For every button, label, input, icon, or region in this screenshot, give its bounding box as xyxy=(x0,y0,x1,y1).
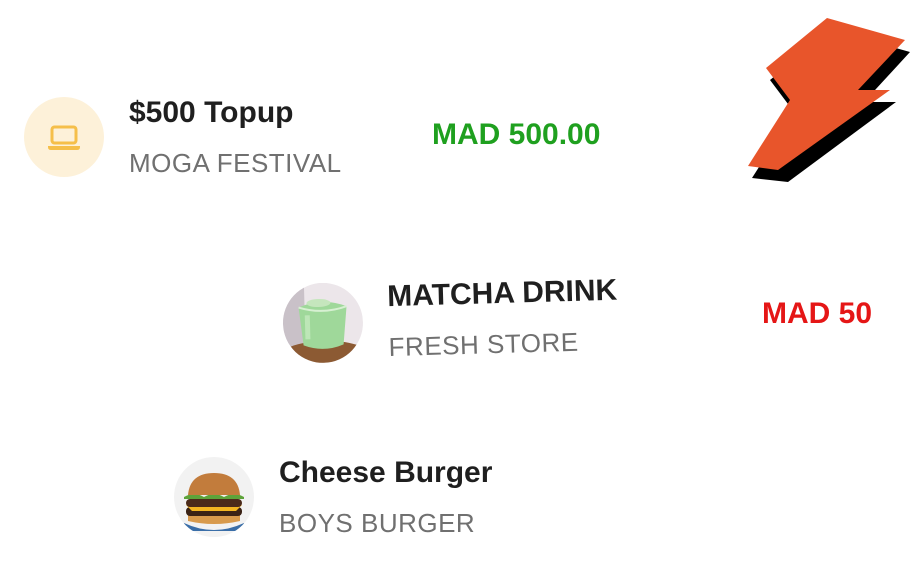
transaction-title: Cheese Burger xyxy=(279,456,493,489)
matcha-avatar xyxy=(281,281,365,364)
laptop-icon xyxy=(48,125,80,150)
transaction-row-matcha[interactable]: MATCHA DRINK FRESH STORE xyxy=(281,273,619,366)
transaction-title: MATCHA DRINK xyxy=(386,273,618,314)
transaction-merchant: FRESH STORE xyxy=(388,326,579,363)
topup-avatar xyxy=(24,97,104,177)
transaction-merchant: MOGA FESTIVAL xyxy=(129,148,342,178)
lightning-bolt-icon xyxy=(748,18,910,182)
cheese-burger-image xyxy=(174,457,254,537)
transaction-amount-matcha: MAD 50 xyxy=(762,297,873,330)
transaction-text: MATCHA DRINK FRESH STORE xyxy=(387,273,619,363)
transaction-row-burger[interactable]: Cheese Burger BOYS BURGER xyxy=(174,455,492,539)
burger-avatar xyxy=(174,457,254,537)
transaction-text: $500 Topup MOGA FESTIVAL xyxy=(129,95,342,179)
matcha-drink-image xyxy=(281,281,365,364)
transaction-text: Cheese Burger BOYS BURGER xyxy=(279,455,492,539)
transaction-row-topup[interactable]: $500 Topup MOGA FESTIVAL xyxy=(24,95,342,179)
transaction-merchant: BOYS BURGER xyxy=(279,508,476,538)
transaction-title: $500 Topup xyxy=(129,96,294,129)
transaction-amount-topup: MAD 500.00 xyxy=(432,118,601,151)
